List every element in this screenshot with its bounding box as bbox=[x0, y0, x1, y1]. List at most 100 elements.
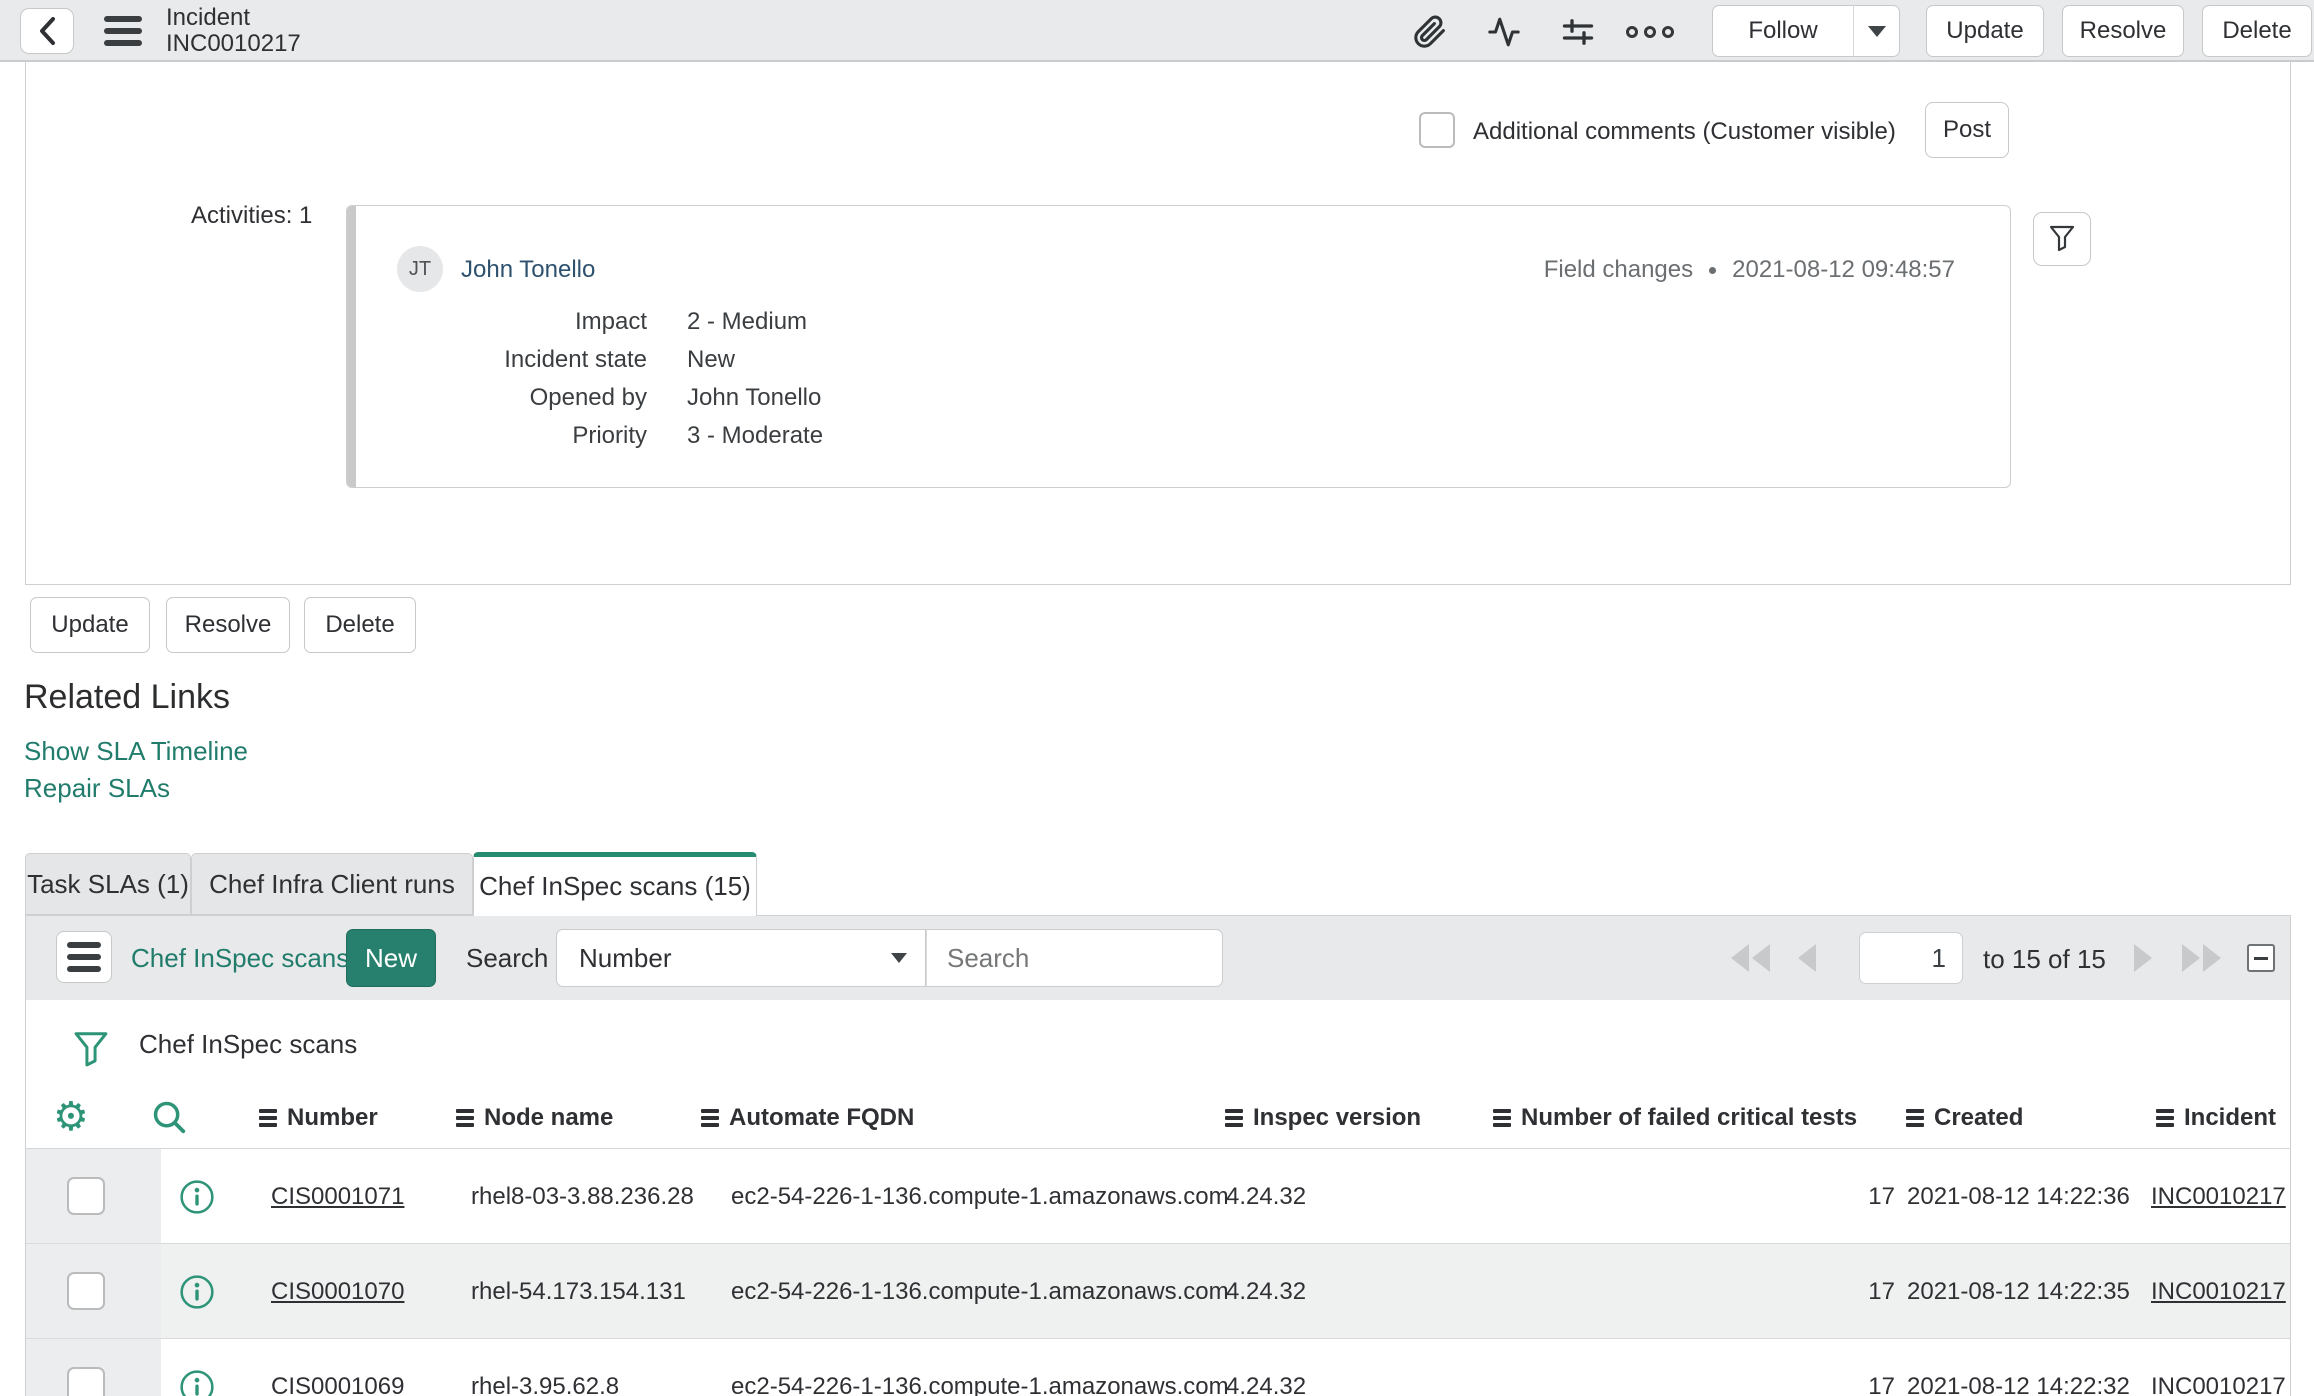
search-input[interactable] bbox=[926, 929, 1223, 987]
column-menu-icon bbox=[1493, 1108, 1511, 1127]
record-title: Incident INC0010217 bbox=[166, 5, 301, 57]
tab-chef-inspec-scans[interactable]: Chef InSpec scans (15) bbox=[473, 852, 757, 916]
activity-timeline-stripe bbox=[347, 206, 356, 487]
related-links-title: Related Links bbox=[24, 678, 231, 716]
collapse-list-icon[interactable] bbox=[2247, 944, 2275, 972]
header-update-button[interactable]: Update bbox=[1926, 5, 2044, 57]
list-context-menu-button[interactable] bbox=[56, 931, 112, 983]
pagination-last-button[interactable] bbox=[2182, 944, 2221, 972]
field-change-value: New bbox=[687, 346, 736, 373]
search-label: Search bbox=[466, 943, 549, 973]
breadcrumb[interactable]: Chef InSpec scans bbox=[139, 1029, 357, 1060]
incident-link[interactable]: INC0010217 bbox=[2151, 1183, 2286, 1211]
field-change-label: Priority bbox=[572, 422, 647, 449]
incident-link[interactable]: INC0010217 bbox=[2151, 1373, 2286, 1396]
activity-pulse-icon[interactable] bbox=[1482, 14, 1526, 50]
funnel-icon bbox=[2049, 225, 2075, 253]
incident-page: Incident INC0010217 Follow Update Resolv… bbox=[0, 0, 2314, 1396]
info-icon[interactable] bbox=[179, 1369, 215, 1396]
table-row: CIS0001070 rhel-54.173.154.131 ec2-54-22… bbox=[26, 1244, 2290, 1339]
show-sla-timeline-link[interactable]: Show SLA Timeline bbox=[24, 736, 248, 767]
activity-entry-card: JT John Tonello Field changes 2021-08-12… bbox=[346, 205, 2011, 488]
post-button[interactable]: Post bbox=[1925, 102, 2009, 158]
tab-chef-infra-client-runs[interactable]: Chef Infra Client runs bbox=[191, 853, 473, 915]
automate-fqdn-cell: ec2-54-226-1-136.compute-1.amazonaws.com bbox=[731, 1372, 1229, 1396]
column-header-automate-fqdn[interactable]: Automate FQDN bbox=[701, 1086, 914, 1149]
chevron-left-icon bbox=[37, 16, 57, 46]
search-icon[interactable] bbox=[150, 1098, 188, 1136]
node-name-cell: rhel8-03-3.88.236.28 bbox=[471, 1182, 694, 1210]
hamburger-icon bbox=[67, 942, 101, 972]
context-menu-icon[interactable] bbox=[104, 16, 142, 46]
chef-inspec-scans-panel: Chef InSpec scans New Search Number to 1… bbox=[25, 915, 2291, 1396]
gear-icon[interactable]: ⚙ bbox=[53, 1092, 89, 1142]
automate-fqdn-cell: ec2-54-226-1-136.compute-1.amazonaws.com bbox=[731, 1277, 1229, 1305]
field-change-label: Opened by bbox=[529, 384, 647, 411]
follow-split-button: Follow bbox=[1712, 5, 1900, 57]
column-menu-icon bbox=[456, 1108, 474, 1127]
scan-number-link[interactable]: CIS0001071 bbox=[271, 1183, 404, 1211]
incident-link[interactable]: INC0010217 bbox=[2151, 1278, 2286, 1306]
attachment-paperclip-icon[interactable] bbox=[1408, 14, 1452, 50]
row-checkbox[interactable] bbox=[67, 1272, 105, 1310]
column-header-inspec-version[interactable]: Inspec version bbox=[1225, 1086, 1421, 1149]
field-change-value: 3 - Moderate bbox=[687, 422, 824, 449]
follow-button[interactable]: Follow bbox=[1712, 5, 1854, 57]
activity-type-label: Field changes bbox=[1543, 256, 1694, 283]
avatar: JT bbox=[397, 246, 443, 292]
table-row: CIS0001069 rhel-3.95.62.8 ec2-54-226-1-1… bbox=[26, 1339, 2290, 1396]
scan-number-link[interactable]: CIS0001070 bbox=[271, 1278, 404, 1306]
more-options-icon[interactable] bbox=[1626, 14, 1674, 50]
column-header-created[interactable]: Created bbox=[1906, 1086, 2023, 1149]
field-change-label: Incident state bbox=[504, 346, 647, 373]
pagination-previous-button[interactable] bbox=[1798, 944, 1816, 972]
activity-filter-button[interactable] bbox=[2033, 212, 2091, 266]
follow-dropdown-button[interactable] bbox=[1854, 5, 1900, 57]
column-header-incident[interactable]: Incident bbox=[2156, 1086, 2276, 1149]
inspec-version-cell: 4.24.32 bbox=[1226, 1372, 1307, 1396]
column-menu-icon bbox=[701, 1108, 719, 1127]
form-resolve-button[interactable]: Resolve bbox=[166, 597, 290, 653]
column-header-number[interactable]: Number bbox=[259, 1086, 378, 1149]
row-checkbox[interactable] bbox=[67, 1177, 105, 1215]
column-menu-icon bbox=[1225, 1108, 1243, 1127]
activity-author[interactable]: John Tonello bbox=[461, 256, 595, 284]
additional-comments-checkbox[interactable] bbox=[1419, 112, 1455, 148]
column-menu-icon bbox=[2156, 1108, 2174, 1127]
info-icon[interactable] bbox=[179, 1179, 215, 1215]
new-record-button[interactable]: New bbox=[346, 929, 436, 987]
activities-count-label: Activities: 1 bbox=[191, 202, 313, 229]
info-icon[interactable] bbox=[179, 1274, 215, 1310]
activity-meta: Field changes 2021-08-12 09:48:57 bbox=[1544, 256, 1955, 284]
column-header-failed-critical-tests[interactable]: Number of failed critical tests bbox=[1493, 1086, 1857, 1149]
personalize-sliders-icon[interactable] bbox=[1556, 14, 1600, 50]
search-field-select[interactable]: Number bbox=[556, 929, 926, 987]
row-checkbox[interactable] bbox=[67, 1367, 105, 1396]
pagination-first-button[interactable] bbox=[1731, 944, 1770, 972]
column-menu-icon bbox=[259, 1108, 277, 1127]
header-delete-button[interactable]: Delete bbox=[2202, 5, 2312, 57]
back-button[interactable] bbox=[20, 8, 74, 54]
field-change-label: Impact bbox=[574, 308, 647, 335]
record-number-label: INC0010217 bbox=[166, 30, 301, 57]
pagination-page-input[interactable] bbox=[1859, 932, 1963, 984]
column-header-node-name[interactable]: Node name bbox=[456, 1086, 613, 1149]
header-resolve-button[interactable]: Resolve bbox=[2062, 5, 2184, 57]
form-delete-button[interactable]: Delete bbox=[304, 597, 416, 653]
repair-slas-link[interactable]: Repair SLAs bbox=[24, 773, 170, 804]
form-update-button[interactable]: Update bbox=[30, 597, 150, 653]
column-menu-icon bbox=[1906, 1108, 1924, 1127]
tab-task-slas[interactable]: Task SLAs (1) bbox=[25, 853, 191, 915]
node-name-cell: rhel-54.173.154.131 bbox=[471, 1277, 686, 1305]
list-title-link[interactable]: Chef InSpec scans bbox=[131, 943, 349, 974]
created-cell: 2021-08-12 14:22:35 bbox=[1907, 1277, 2130, 1305]
failed-critical-tests-cell: 17 bbox=[1868, 1372, 1895, 1396]
pagination-range-label: to 15 of 15 bbox=[1983, 944, 2106, 974]
bullet-separator bbox=[1709, 266, 1717, 274]
table-row: CIS0001071 rhel8-03-3.88.236.28 ec2-54-2… bbox=[26, 1149, 2290, 1244]
filter-funnel-icon[interactable] bbox=[73, 1031, 109, 1069]
caret-down-icon bbox=[891, 953, 907, 963]
scan-number-link[interactable]: CIS0001069 bbox=[271, 1373, 404, 1396]
pagination-next-button[interactable] bbox=[2134, 944, 2152, 972]
incident-form-section: Additional comments (Customer visible) P… bbox=[25, 62, 2291, 585]
